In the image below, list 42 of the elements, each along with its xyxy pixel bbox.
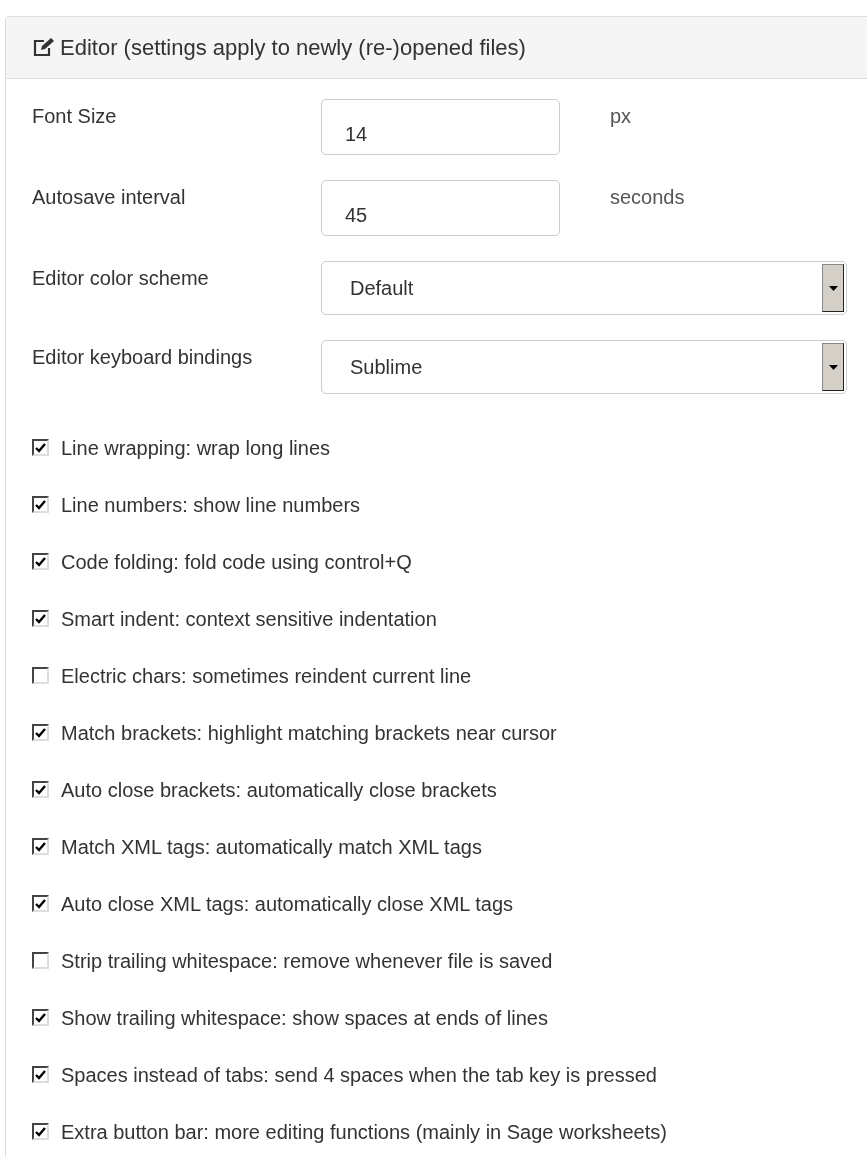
checkbox[interactable] <box>32 838 49 855</box>
checkbox-label: Electric chars: sometimes reindent current line <box>61 663 472 689</box>
dropdown-select[interactable]: Sublime <box>321 340 847 394</box>
checkbox-label: Line numbers: show line numbers <box>61 492 361 518</box>
checkbox[interactable] <box>32 781 49 798</box>
dropdown-button[interactable] <box>822 343 844 391</box>
checkbox-label: Spaces instead of tabs: send 4 spaces when the tab key is pressed <box>61 1062 657 1088</box>
field-label: Editor keyboard bindings <box>32 345 254 370</box>
checkbox[interactable] <box>32 1066 49 1083</box>
checkbox[interactable] <box>32 952 49 969</box>
checkbox-label: Smart indent: context sensitive indentation <box>61 606 437 632</box>
checkbox-label: Line wrapping: wrap long lines <box>61 435 331 461</box>
caret-icon <box>828 364 838 370</box>
checkbox[interactable] <box>32 439 49 456</box>
number-input[interactable]: 45 <box>321 180 560 236</box>
checkbox-label: Auto close brackets: automatically close brackets <box>61 777 497 803</box>
checkbox[interactable] <box>32 895 49 912</box>
dropdown-button[interactable] <box>822 264 844 312</box>
checkbox-label: Code folding: fold code using control+Q <box>61 549 412 575</box>
checkbox[interactable] <box>32 724 49 741</box>
dropdown-select[interactable]: Default <box>321 261 847 315</box>
number-input[interactable]: 14 <box>321 99 560 155</box>
checkbox-label: Strip trailing whitespace: remove whenever file is saved <box>61 948 553 974</box>
field-label: Autosave interval <box>32 185 187 210</box>
panel-title: Editor (settings apply to newly (re-)opened files) <box>60 34 526 62</box>
checkbox[interactable] <box>32 553 49 570</box>
field-label: Font Size <box>32 104 118 129</box>
caret-icon <box>828 285 838 291</box>
checkbox[interactable] <box>32 1123 49 1140</box>
checkbox-label: Show trailing whitespace: show spaces at ends of lines <box>61 1005 548 1031</box>
field-label: Editor color scheme <box>32 266 210 291</box>
edit-icon <box>32 37 54 58</box>
unit-label: seconds <box>610 185 685 210</box>
checkbox-label: Match XML tags: automatically match XML tags <box>61 834 482 860</box>
checkbox[interactable] <box>32 667 49 684</box>
checkbox-label: Match brackets: highlight matching brackets near cursor <box>61 720 557 746</box>
checkbox[interactable] <box>32 1009 49 1026</box>
unit-label: px <box>610 104 632 129</box>
checkbox-label: Extra button bar: more editing functions (mainly in Sage worksheets) <box>61 1119 667 1145</box>
checkbox[interactable] <box>32 610 49 627</box>
checkbox[interactable] <box>32 496 49 513</box>
checkbox-label: Auto close XML tags: automatically close XML tags <box>61 891 514 917</box>
